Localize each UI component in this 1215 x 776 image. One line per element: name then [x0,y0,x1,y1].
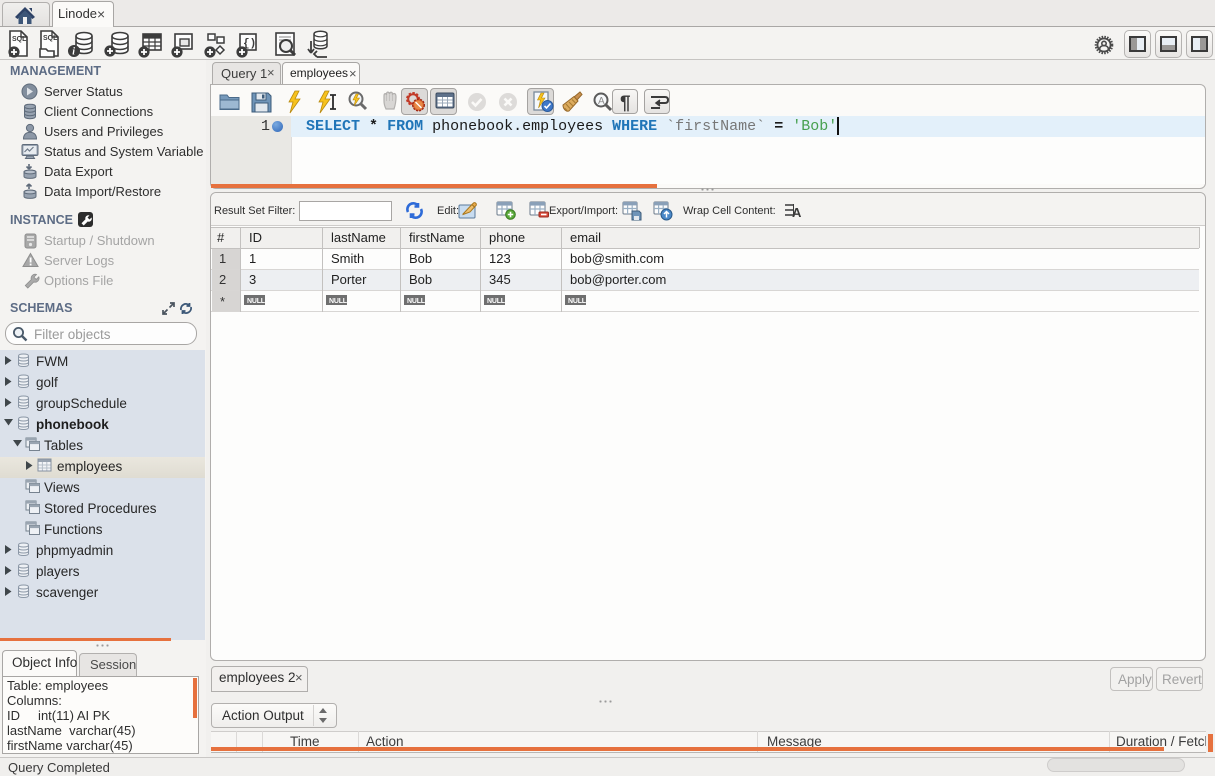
svg-text:Bob: Bob [409,251,432,266]
svg-text:bob@smith.com: bob@smith.com [570,251,664,266]
svg-text:firstName: firstName [409,230,465,245]
svg-text:3: 3 [249,272,256,287]
svg-text:NULL: NULL [568,298,587,305]
svg-text:phonebook: phonebook [36,417,109,432]
svg-text:ID: ID [249,230,262,245]
svg-text:bob@porter.com: bob@porter.com [570,272,666,287]
svg-text:email: email [570,230,601,245]
svg-text:employees: employees [57,459,123,474]
svg-text:SQL: SQL [43,35,58,42]
svg-text:i: i [72,47,75,58]
svg-text:NULL: NULL [407,298,426,305]
svg-text:¶: ¶ [620,93,631,114]
svg-text:groupSchedule: groupSchedule [36,396,127,411]
svg-text:Stored Procedures: Stored Procedures [44,501,157,516]
svg-text:Smith: Smith [331,251,364,266]
svg-text:123: 123 [489,251,511,266]
svg-text:NULL: NULL [329,298,348,305]
svg-text:2: 2 [219,272,226,287]
svg-text:SQL: SQL [12,36,27,43]
svg-text:phpmyadmin: phpmyadmin [36,543,113,558]
svg-text:scavenger: scavenger [36,585,99,600]
svg-text:Bob: Bob [409,272,432,287]
svg-text:Tables: Tables [44,438,83,453]
svg-text:Views: Views [44,480,80,495]
svg-text:FWM: FWM [36,354,68,369]
svg-text:345: 345 [489,272,511,287]
svg-text:NULL: NULL [487,298,506,305]
svg-text:players: players [36,564,80,579]
svg-text:A: A [598,96,605,107]
svg-text:phone: phone [489,230,525,245]
svg-text:NULL: NULL [247,298,266,305]
svg-text:Porter: Porter [331,272,367,287]
svg-text:Functions: Functions [44,522,103,537]
svg-text:#: # [217,230,225,245]
svg-text:lastName: lastName [331,230,386,245]
svg-text:1: 1 [249,251,256,266]
svg-text:*: * [220,294,225,309]
svg-text:golf: golf [36,375,58,390]
svg-text:1: 1 [219,251,226,266]
